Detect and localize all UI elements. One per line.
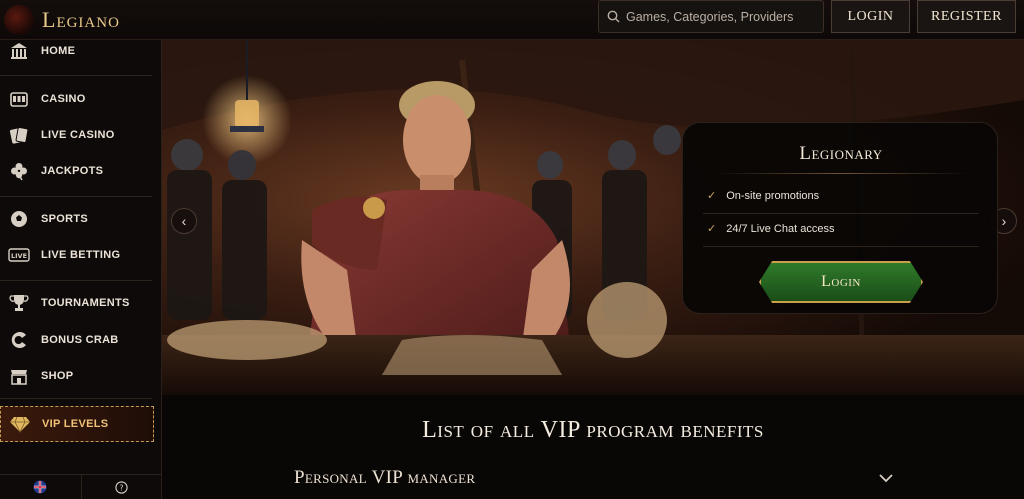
clover-icon (8, 160, 30, 182)
vip-level-card: Legionary ✓ On-site promotions ✓ 24/7 Li… (682, 122, 998, 314)
top-bar: Legiano Login Register (0, 0, 1024, 40)
benefit-divider (703, 213, 979, 214)
sidebar-item-label: BONUS CRAB (41, 334, 119, 346)
language-selector[interactable] (0, 475, 81, 499)
sidebar-item-label: SPORTS (41, 213, 89, 225)
search-box[interactable] (598, 0, 824, 33)
sidebar-item-casino[interactable]: CASINO (0, 84, 160, 114)
sidebar-item-label: CASINO (41, 93, 86, 105)
uk-flag-icon (33, 480, 47, 494)
chevron-left-icon: ‹ (181, 213, 187, 229)
sidebar-item-label: TOURNAMENTS (41, 297, 130, 309)
live-icon: LIVE (8, 244, 30, 266)
sidebar-item-vip-levels[interactable]: VIP LEVELS (0, 406, 154, 442)
sidebar-item-label: VIP LEVELS (42, 418, 109, 430)
section-title: List of all VIP program benefits (422, 417, 764, 443)
sidebar-divider (0, 196, 152, 197)
checkmark-icon: ✓ (707, 223, 717, 235)
sidebar-item-label: JACKPOTS (41, 165, 104, 177)
diamond-icon (9, 413, 31, 435)
benefit-item: ✓ 24/7 Live Chat access (707, 222, 835, 236)
chevron-right-icon: › (1001, 213, 1007, 229)
claw-icon (8, 329, 30, 351)
sidebar-item-shop[interactable]: SHOP (0, 361, 160, 391)
checkmark-icon: ✓ (707, 190, 717, 202)
sidebar-divider (0, 398, 152, 399)
svg-text:LIVE: LIVE (11, 252, 27, 260)
sidebar-item-label: LIVE CASINO (41, 129, 115, 141)
logo-emblem-icon (4, 5, 34, 35)
logo[interactable]: Legiano (4, 4, 120, 36)
sidebar-item-jackpots[interactable]: JACKPOTS (0, 156, 160, 186)
main-content: ‹ › Legionary ✓ On-site promotions ✓ 24/… (162, 40, 1024, 499)
benefit-label: 24/7 Live Chat access (726, 222, 835, 235)
sidebar-item-label: LIVE BETTING (41, 249, 121, 261)
sidebar-footer: ? (0, 474, 162, 499)
search-input[interactable] (626, 9, 816, 24)
shop-icon (8, 365, 30, 387)
chevron-down-icon (879, 474, 893, 483)
sidebar-item-label: HOME (41, 45, 76, 57)
accordion-personal-vip-manager[interactable]: Personal VIP manager (294, 463, 894, 493)
carousel-prev-button[interactable]: ‹ (171, 208, 197, 234)
sidebar-item-live-betting[interactable]: LIVE LIVE BETTING (0, 240, 160, 270)
sidebar-item-label: SHOP (41, 370, 74, 382)
sidebar: HOME CASINO LIVE CASINO JACKPOTS SPORTS … (0, 40, 162, 499)
card-divider (713, 173, 969, 174)
vip-level-title: Legionary (799, 143, 883, 164)
home-icon (8, 40, 30, 62)
logo-text: Legiano (42, 7, 120, 32)
search-icon (607, 10, 620, 23)
card-login-button[interactable]: Login (759, 261, 923, 303)
hero-banner: ‹ › Legionary ✓ On-site promotions ✓ 24/… (162, 40, 1024, 395)
sidebar-divider (0, 280, 152, 281)
sidebar-item-bonus-crab[interactable]: BONUS CRAB (0, 325, 160, 355)
accordion-title: Personal VIP manager (294, 467, 476, 488)
trophy-icon (8, 292, 30, 314)
sidebar-item-tournaments[interactable]: TOURNAMENTS (0, 288, 160, 318)
benefit-label: On-site promotions (726, 189, 820, 202)
sidebar-item-live-casino[interactable]: LIVE CASINO (0, 120, 160, 150)
ball-icon (8, 208, 30, 230)
header-login-button[interactable]: Login (831, 0, 910, 33)
help-icon: ? (115, 480, 128, 494)
sidebar-divider (0, 75, 152, 76)
header-register-button[interactable]: Register (917, 0, 1016, 33)
benefit-item: ✓ On-site promotions (707, 189, 820, 203)
sidebar-item-home[interactable]: HOME (0, 36, 160, 66)
help-button[interactable]: ? (80, 475, 163, 499)
slot-machine-icon (8, 88, 30, 110)
cards-icon (8, 124, 30, 146)
sidebar-item-sports[interactable]: SPORTS (0, 204, 160, 234)
benefit-divider (703, 246, 979, 247)
svg-text:?: ? (120, 483, 124, 492)
